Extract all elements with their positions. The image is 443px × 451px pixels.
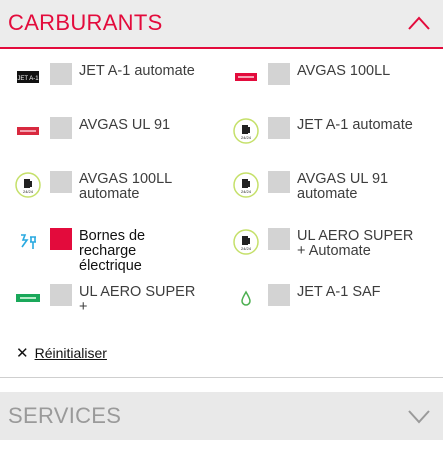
option-label: AVGAS 100LL automate xyxy=(79,171,172,202)
option-label: JET A-1 automate xyxy=(297,117,413,133)
option-ul-aero-super[interactable]: UL AERO SUPER + xyxy=(14,284,214,324)
option-checkbox[interactable] xyxy=(268,117,290,139)
option-checkbox[interactable] xyxy=(50,284,72,306)
option-checkbox[interactable] xyxy=(268,228,290,250)
option-avgas-ul91-automate[interactable]: 24/24 AVGAS UL 91 automate xyxy=(232,171,437,211)
option-bornes-recharge-electrique[interactable]: Bornes de recharge électrique xyxy=(14,228,214,274)
option-avgas-ul91[interactable]: AVGAS UL 91 xyxy=(14,117,214,157)
option-label: UL AERO SUPER + Automate xyxy=(297,228,414,259)
close-icon: ✕ xyxy=(16,345,29,362)
services-section-header[interactable]: SERVICES xyxy=(0,392,443,440)
option-checkbox[interactable] xyxy=(50,117,72,139)
ev-charging-icon xyxy=(14,228,42,256)
reset-filters-link[interactable]: ✕ Réinitialiser xyxy=(16,344,107,362)
option-label: AVGAS UL 91 automate xyxy=(297,171,389,202)
chevron-down-icon[interactable] xyxy=(407,408,431,426)
option-checkbox[interactable] xyxy=(50,171,72,193)
24-7-fuel-pump-icon: 24/24 xyxy=(232,228,260,256)
option-checkbox[interactable] xyxy=(268,171,290,193)
carburants-title: CARBURANTS xyxy=(8,10,163,35)
option-avgas-100ll[interactable]: AVGAS 100LL xyxy=(232,63,437,103)
option-label: AVGAS UL 91 xyxy=(79,117,171,133)
option-label: JET A-1 automate xyxy=(79,63,195,79)
24-7-fuel-pump-icon: 24/24 xyxy=(14,171,42,199)
svg-text:JET A-1: JET A-1 xyxy=(17,76,39,82)
option-label: JET A-1 SAF xyxy=(297,284,381,300)
chevron-up-icon[interactable] xyxy=(407,14,431,32)
avgas-brand-logo-icon xyxy=(232,63,260,91)
option-checkbox[interactable] xyxy=(268,63,290,85)
jet-a1-brand-logo-icon: JET A-1 xyxy=(14,63,42,91)
option-label: AVGAS 100LL xyxy=(297,63,391,79)
svg-text:24/24: 24/24 xyxy=(241,246,252,251)
svg-text:24/24: 24/24 xyxy=(241,135,252,140)
saf-drop-icon xyxy=(232,284,260,312)
option-label: Bornes de recharge électrique xyxy=(79,228,146,274)
reset-label[interactable]: Réinitialiser xyxy=(35,345,107,361)
services-title: SERVICES xyxy=(8,403,122,428)
option-avgas-100ll-automate[interactable]: 24/24 AVGAS 100LL automate xyxy=(14,171,214,211)
option-label: UL AERO SUPER + xyxy=(79,284,196,315)
option-jet-a1-automate[interactable]: JET A-1 JET A-1 automate xyxy=(14,63,214,103)
24-7-fuel-pump-icon: 24/24 xyxy=(232,171,260,199)
option-checkbox[interactable] xyxy=(50,63,72,85)
option-jet-a1-automate-24-7[interactable]: 24/24 JET A-1 automate xyxy=(232,117,437,157)
svg-text:24/24: 24/24 xyxy=(241,189,252,194)
ul-aero-brand-logo-icon xyxy=(14,284,42,312)
option-jet-a1-saf[interactable]: JET A-1 SAF xyxy=(232,284,437,324)
svg-text:24/24: 24/24 xyxy=(23,189,34,194)
option-ul-aero-super-automate[interactable]: 24/24 UL AERO SUPER + Automate xyxy=(232,228,437,268)
option-checkbox[interactable] xyxy=(268,284,290,306)
carburants-section-header[interactable]: CARBURANTS xyxy=(0,0,443,49)
carburants-options: JET A-1 JET A-1 automate AVGAS 100LL AVG… xyxy=(0,51,443,378)
24-7-fuel-pump-icon: 24/24 xyxy=(232,117,260,145)
option-checkbox-checked[interactable] xyxy=(50,228,72,250)
avgas-ul91-brand-logo-icon xyxy=(14,117,42,145)
